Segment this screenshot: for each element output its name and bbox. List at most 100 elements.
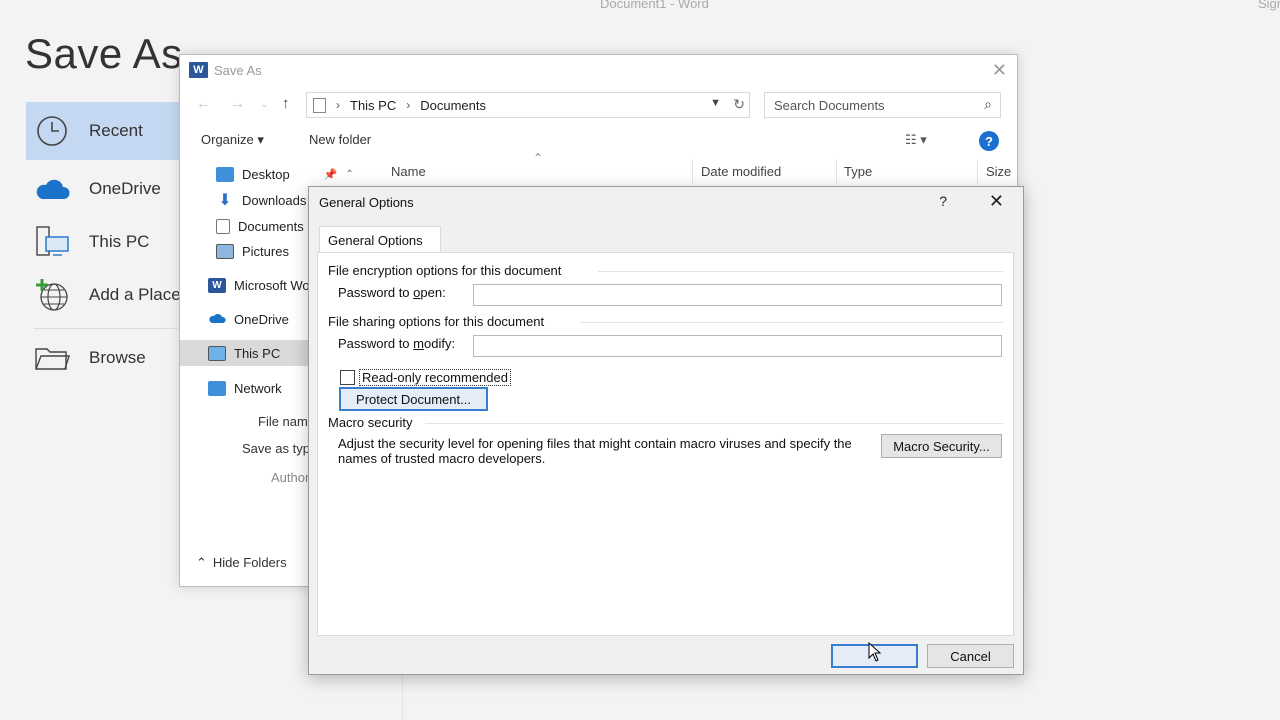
- macro-group-heading: Macro security: [328, 415, 413, 430]
- backstage-item-recent[interactable]: Recent: [26, 102, 186, 160]
- backstage-item-browse[interactable]: Browse: [26, 333, 186, 383]
- help-icon[interactable]: ?: [979, 131, 999, 151]
- backstage-item-label: OneDrive: [89, 179, 161, 198]
- refresh-icon[interactable]: ↻: [733, 96, 745, 113]
- chevron-up-icon: ⌃: [196, 555, 207, 570]
- backstage-item-label: Recent: [89, 121, 143, 140]
- tree-item-microsoft-word[interactable]: W Microsoft Word: [208, 272, 321, 298]
- chevron-up-icon[interactable]: ⌃: [345, 169, 353, 180]
- column-header-date-modified[interactable]: Date modified: [701, 164, 781, 179]
- globe-plus-icon: [34, 277, 70, 313]
- column-header-name[interactable]: Name: [391, 164, 426, 179]
- cancel-button[interactable]: Cancel: [927, 644, 1014, 668]
- divider: [425, 423, 1003, 424]
- hide-folders-label: Hide Folders: [212, 555, 287, 570]
- clock-icon: [34, 113, 70, 149]
- page-title: Save As: [25, 30, 183, 77]
- column-header-size[interactable]: Size: [986, 164, 1011, 179]
- hide-folders-button[interactable]: ⌃ Hide Folders: [196, 555, 287, 571]
- tree-item-downloads[interactable]: ⬇ Downloads: [216, 187, 306, 213]
- encryption-group-heading: File encryption options for this documen…: [328, 263, 562, 278]
- dialog-title: Save As: [214, 63, 262, 78]
- pc-icon: [208, 345, 226, 361]
- tree-item-label: Pictures: [242, 243, 289, 259]
- close-icon[interactable]: ✕: [989, 191, 1004, 212]
- tab-general-options[interactable]: General Options: [319, 226, 441, 253]
- tree-item-label: Documents: [238, 218, 304, 234]
- search-icon: ⌕: [984, 96, 992, 112]
- divider: [580, 322, 1003, 323]
- general-options-dialog: General Options ? ✕ General Options File…: [308, 186, 1024, 675]
- tree-item-desktop[interactable]: Desktop 📌 ⌃: [216, 161, 354, 187]
- password-open-field[interactable]: [473, 284, 1002, 306]
- breadcrumb-documents[interactable]: Documents: [420, 98, 486, 113]
- divider[interactable]: [977, 159, 978, 183]
- documents-icon: [313, 97, 326, 113]
- desktop-icon: [216, 166, 234, 182]
- tree-item-pictures[interactable]: Pictures: [216, 238, 289, 264]
- protect-document-button[interactable]: Protect Document...: [339, 387, 488, 411]
- dialog-title: General Options: [319, 195, 414, 210]
- tree-item-label: Network: [234, 380, 282, 396]
- backstage-item-this-pc[interactable]: This PC: [26, 218, 186, 266]
- sign-in-link[interactable]: Sign: [1258, 0, 1280, 11]
- back-arrow-icon[interactable]: ←: [196, 95, 211, 112]
- chevron-right-icon: ›: [336, 98, 340, 112]
- divider: [598, 271, 1003, 272]
- tree-item-label: OneDrive: [234, 311, 289, 327]
- read-only-checkbox-row[interactable]: Read-only recommended: [340, 368, 511, 386]
- sort-chevron-up-icon: ⌃: [533, 151, 544, 165]
- read-only-checkbox[interactable]: [340, 369, 355, 385]
- download-arrow-icon: ⬇: [218, 191, 232, 209]
- tree-item-label: This PC: [234, 345, 281, 361]
- options-panel: File encryption options for this documen…: [317, 252, 1014, 636]
- pictures-icon: [216, 243, 234, 259]
- word-icon: W: [189, 62, 208, 78]
- search-input[interactable]: Search Documents ⌕: [764, 92, 1001, 118]
- tree-item-label: Downloads: [242, 192, 307, 208]
- chevron-down-icon[interactable]: ▼: [710, 97, 721, 109]
- search-placeholder: Search Documents: [774, 97, 885, 113]
- recent-locations-chevron-icon[interactable]: ⌄: [260, 99, 268, 110]
- network-icon: [208, 380, 226, 396]
- password-open-label: Password to open:: [338, 285, 446, 300]
- address-bar[interactable]: › This PC › Documents ▼ ↻: [306, 92, 750, 118]
- backstage-item-label: Browse: [89, 348, 146, 367]
- macro-description: Adjust the security level for opening fi…: [338, 436, 852, 466]
- breadcrumb-this-pc[interactable]: This PC: [350, 98, 396, 113]
- tree-item-label: Desktop: [242, 166, 290, 182]
- divider[interactable]: [692, 159, 693, 183]
- help-icon[interactable]: ?: [939, 193, 947, 209]
- backstage-item-label: This PC: [89, 232, 150, 251]
- forward-arrow-icon[interactable]: →: [230, 95, 245, 112]
- backstage-nav: Recent OneDrive This PC Add a Place Brow…: [26, 102, 186, 383]
- mouse-cursor-icon: [868, 642, 882, 662]
- password-modify-label: Password to modify:: [338, 336, 456, 351]
- tree-item-documents[interactable]: Documents: [216, 213, 304, 239]
- document-icon: [216, 218, 230, 234]
- pc-icon: [34, 224, 70, 260]
- backstage-item-label: Add a Place: [89, 285, 181, 304]
- view-options-icon[interactable]: ☷ ▾: [905, 132, 927, 148]
- tree-item-this-pc[interactable]: This PC: [180, 340, 309, 366]
- close-icon[interactable]: ✕: [992, 60, 1007, 81]
- cloud-icon: [34, 171, 70, 207]
- password-modify-field[interactable]: [473, 335, 1002, 357]
- organize-button[interactable]: Organize ▾: [201, 132, 264, 148]
- backstage-separator: [34, 328, 178, 329]
- read-only-label[interactable]: Read-only recommended: [359, 368, 511, 386]
- up-arrow-icon[interactable]: ↑: [282, 95, 290, 112]
- folder-icon: [34, 340, 70, 376]
- column-header-type[interactable]: Type: [844, 164, 872, 179]
- chevron-right-icon: ›: [406, 98, 411, 112]
- tree-item-network[interactable]: Network: [208, 375, 282, 401]
- divider[interactable]: [836, 159, 837, 183]
- new-folder-button[interactable]: New folder: [309, 132, 371, 147]
- tree-item-onedrive[interactable]: OneDrive: [208, 306, 289, 332]
- macro-security-button[interactable]: Macro Security...: [881, 434, 1002, 458]
- sharing-group-heading: File sharing options for this document: [328, 314, 545, 329]
- divider: [402, 676, 403, 720]
- backstage-item-add-place[interactable]: Add a Place: [26, 266, 186, 324]
- pin-icon[interactable]: 📌: [324, 168, 338, 181]
- backstage-item-onedrive[interactable]: OneDrive: [26, 160, 186, 218]
